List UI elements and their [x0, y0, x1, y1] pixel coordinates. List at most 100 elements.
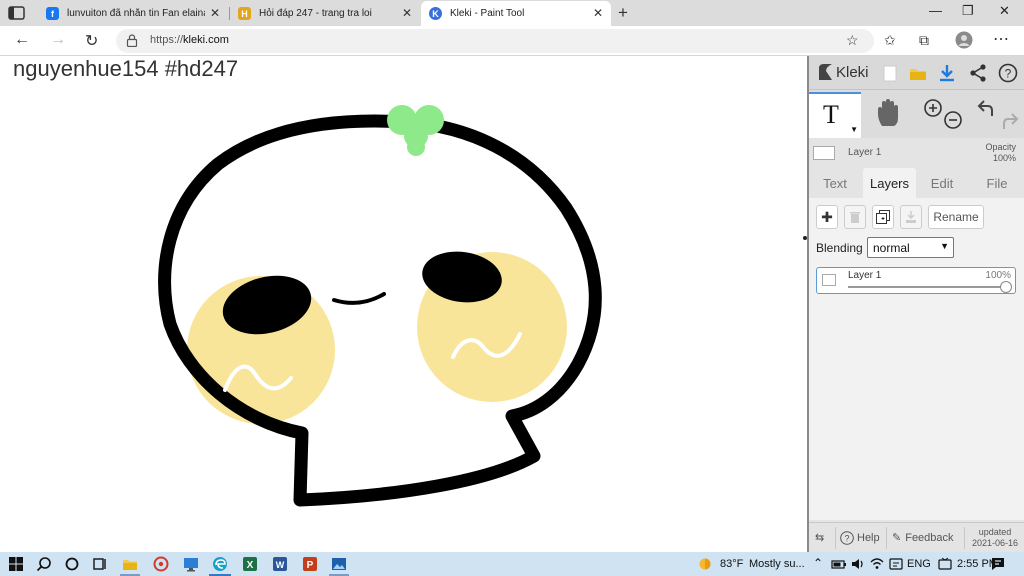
- svg-text:X: X: [247, 560, 254, 571]
- powerpoint-icon[interactable]: P: [302, 556, 318, 572]
- meet-now-icon[interactable]: [937, 556, 953, 572]
- text-tool-button[interactable]: T ▼: [809, 92, 861, 138]
- kleki-top-bar: Kleki ?: [809, 56, 1024, 90]
- tab-file[interactable]: File: [973, 168, 1021, 198]
- blending-value: normal: [873, 241, 910, 255]
- wifi-icon[interactable]: [869, 556, 885, 572]
- swap-side-icon[interactable]: ⇆: [815, 531, 824, 544]
- layer-name: Layer 1: [848, 270, 882, 281]
- trash-icon: [850, 212, 860, 223]
- task-view-icon[interactable]: [92, 556, 108, 572]
- battery-icon[interactable]: [831, 556, 847, 572]
- delete-layer-button[interactable]: [844, 205, 866, 229]
- search-icon[interactable]: [36, 556, 52, 572]
- tab-kleki[interactable]: K Kleki - Paint Tool ✕: [421, 1, 611, 26]
- layers-panel: ✚ Rename Blending normal ▼ Layer 1 100%: [809, 198, 1024, 520]
- zoom-icons: [924, 99, 962, 129]
- input-indicator-icon[interactable]: [888, 556, 904, 572]
- kleki-logo[interactable]: Kleki: [816, 62, 869, 82]
- close-tab-icon[interactable]: ✕: [210, 6, 220, 20]
- favorites-icon[interactable]: ✩: [884, 32, 896, 49]
- updated-info: updated 2021-06-16: [972, 527, 1018, 549]
- cortana-icon[interactable]: [64, 556, 80, 572]
- footer-divider: [835, 527, 836, 549]
- new-tab-icon[interactable]: +: [618, 3, 628, 23]
- help-icon: ?: [840, 531, 854, 545]
- tab-edit[interactable]: Edit: [921, 168, 963, 198]
- edge-browser-icon[interactable]: [212, 556, 228, 572]
- display-app-icon[interactable]: [183, 556, 199, 572]
- hand-tool-icon[interactable]: [875, 98, 901, 128]
- tab-title: Kleki - Paint Tool: [450, 8, 525, 19]
- tab-facebook[interactable]: f lunvuiton đã nhắn tin Fan elaina ✕: [38, 1, 228, 26]
- drawing-canvas[interactable]: nguyenhue154 #hd247: [0, 56, 807, 552]
- url-text: https://kleki.com: [150, 34, 229, 46]
- refresh-icon[interactable]: ↻: [85, 31, 98, 51]
- speaker-icon[interactable]: [850, 556, 866, 572]
- url-scheme: https://: [150, 34, 184, 46]
- feedback-link[interactable]: ✎ Feedback: [892, 531, 954, 545]
- zoom-in-icon[interactable]: [924, 99, 942, 117]
- duplicate-layer-button[interactable]: [872, 205, 894, 229]
- tray-overflow-chevron-icon[interactable]: ⌃: [813, 556, 823, 570]
- redo-icon[interactable]: [1003, 113, 1019, 129]
- tab-layers[interactable]: Layers: [863, 168, 916, 198]
- photos-app-icon[interactable]: [331, 556, 347, 572]
- rename-button[interactable]: Rename: [928, 205, 984, 229]
- tab-title: lunvuiton đã nhắn tin Fan elaina: [67, 8, 205, 19]
- close-window-icon[interactable]: ✕: [999, 3, 1010, 19]
- close-tab-icon[interactable]: ✕: [593, 6, 603, 20]
- language-indicator[interactable]: ENG: [907, 558, 931, 570]
- download-icon[interactable]: [937, 63, 957, 83]
- share-icon[interactable]: [968, 63, 988, 83]
- more-options-icon[interactable]: ⋯: [993, 29, 1009, 49]
- layer-thumbnail: [813, 146, 835, 160]
- kleki-logo-text: Kleki: [836, 63, 869, 81]
- help-link[interactable]: ? Help: [840, 531, 880, 545]
- collections-icon[interactable]: ⧉: [919, 32, 929, 49]
- layer-thumbnail: [822, 274, 836, 286]
- minimize-icon[interactable]: —: [929, 3, 942, 18]
- layer-list-item[interactable]: Layer 1 100%: [816, 267, 1016, 294]
- layer-opacity-value: 100%: [985, 270, 1011, 281]
- tab-hd247[interactable]: H Hỏi đáp 247 - trang tra loi ✕: [230, 1, 420, 26]
- app-red-icon[interactable]: [153, 556, 169, 572]
- word-icon[interactable]: W: [272, 556, 288, 572]
- tab-text[interactable]: Text: [813, 168, 857, 198]
- url-field[interactable]: https://kleki.com: [116, 29, 874, 53]
- layer-opacity-slider[interactable]: [848, 286, 1008, 288]
- weather-sun-icon[interactable]: [697, 556, 713, 572]
- footer-divider: [964, 527, 965, 549]
- opacity-value: 100%: [992, 153, 1016, 163]
- weather-description[interactable]: Mostly su...: [749, 558, 805, 570]
- add-favorite-icon[interactable]: ☆: [846, 32, 859, 49]
- updated-label: updated: [978, 527, 1012, 537]
- current-layer-name: Layer 1: [848, 147, 882, 158]
- chevron-down-icon[interactable]: ▼: [850, 125, 858, 134]
- weather-temperature[interactable]: 83°F: [720, 558, 743, 570]
- help-icon[interactable]: ?: [998, 63, 1018, 83]
- profile-avatar-icon[interactable]: [955, 31, 973, 49]
- current-layer-row[interactable]: Layer 1 Opacity 100%: [809, 140, 1024, 166]
- windows-start-icon[interactable]: [8, 556, 24, 572]
- zoom-out-icon[interactable]: [944, 111, 962, 129]
- footer-divider: [886, 527, 887, 549]
- undo-icon[interactable]: [977, 100, 993, 116]
- tab-title: Hỏi đáp 247 - trang tra loi: [259, 8, 372, 19]
- open-file-icon[interactable]: [908, 63, 928, 83]
- tab-actions-icon[interactable]: [8, 5, 26, 21]
- file-explorer-icon[interactable]: [122, 556, 138, 572]
- notifications-icon[interactable]: [990, 556, 1006, 572]
- new-image-icon[interactable]: [880, 63, 900, 83]
- add-layer-button[interactable]: ✚: [816, 205, 838, 229]
- back-icon[interactable]: ←: [14, 31, 30, 49]
- restore-icon[interactable]: ❐: [962, 3, 974, 19]
- opacity-slider-handle[interactable]: [1000, 281, 1012, 293]
- close-tab-icon[interactable]: ✕: [402, 6, 412, 20]
- blending-select[interactable]: normal ▼: [867, 237, 954, 258]
- forward-icon[interactable]: →: [50, 31, 66, 49]
- merge-down-button[interactable]: [900, 205, 922, 229]
- panel-footer: ⇆ ? Help ✎ Feedback updated 2021-06-16: [809, 522, 1024, 552]
- excel-icon[interactable]: X: [242, 556, 258, 572]
- blending-label: Blending: [816, 241, 863, 255]
